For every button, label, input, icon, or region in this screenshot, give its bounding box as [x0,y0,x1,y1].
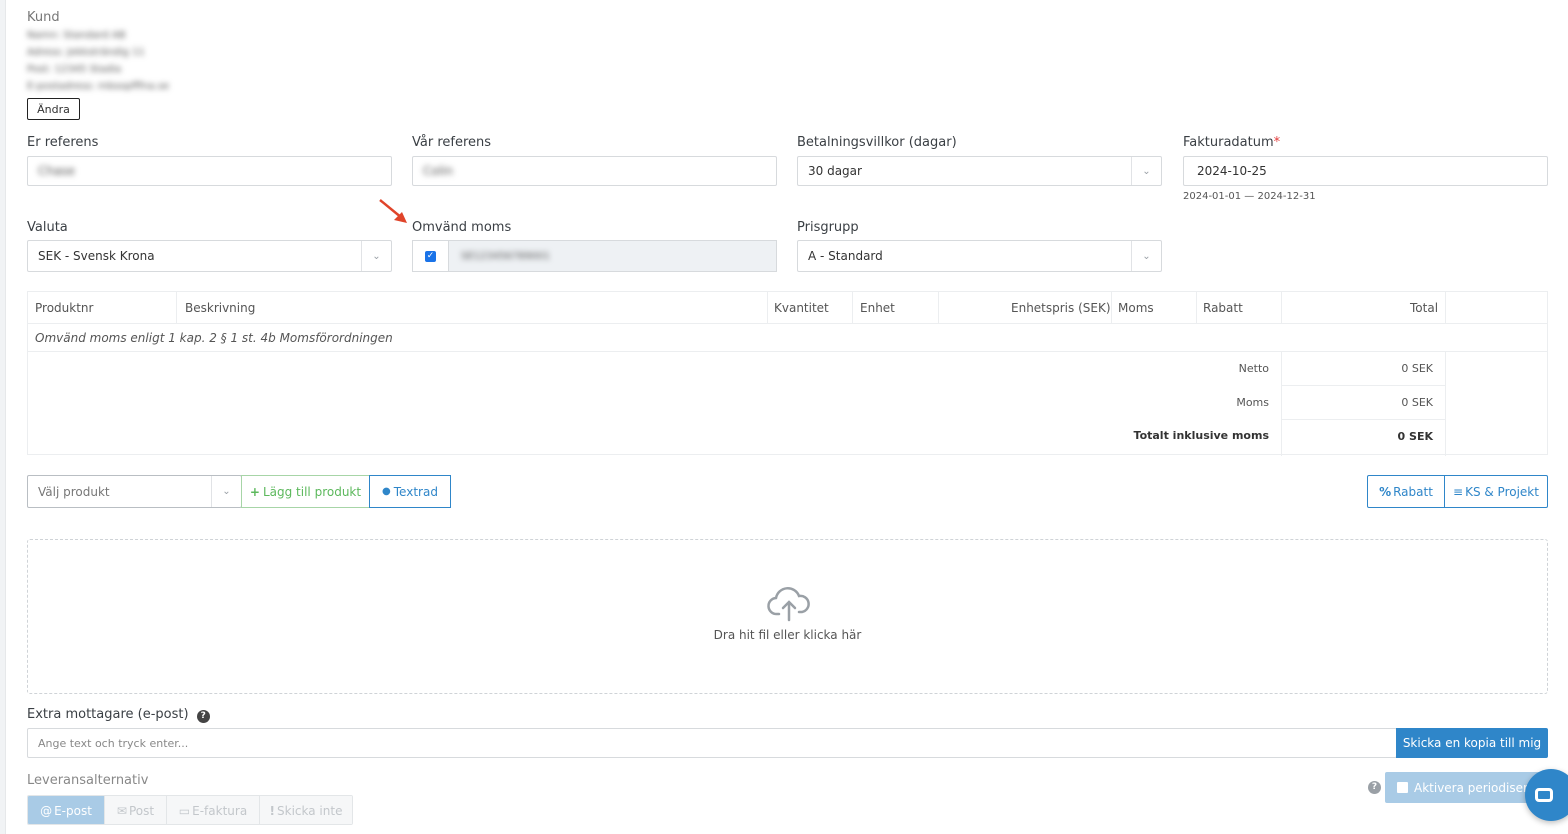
omvand-moms-group: ✓ SE123456789001 [412,240,777,272]
delivery-option-post[interactable]: ✉ Post [105,796,167,824]
red-arrow-annotation [379,199,407,223]
col-total: Total [1410,301,1439,315]
fakturadatum-input[interactable]: 2024-10-25 [1183,156,1548,186]
fakturadatum-label: Fakturadatum* [1183,135,1281,150]
netto-value: 0 SEK [1401,362,1433,375]
col-moms: Moms [1118,301,1154,315]
betalningsvillkor-label: Betalningsvillkor (dagar) [797,135,957,150]
rabatt-button[interactable]: % Rabatt [1367,475,1445,508]
prisgrupp-label: Prisgrupp [797,220,859,235]
change-customer-button[interactable]: Ändra [27,98,80,120]
product-select[interactable]: Välj produkt ⌄ [27,475,242,508]
chat-icon [1535,788,1553,802]
table-header-row: Produktnr Beskrivning Kvantitet Enhet En… [28,292,1547,324]
delivery-options: @ E-post ✉ Post ▭ E-faktura ! Skicka inte [27,795,353,825]
chevron-down-icon: ⌄ [1131,241,1161,271]
chevron-down-icon: ⌄ [211,476,241,507]
col-beskrivning: Beskrivning [185,301,256,315]
betalningsvillkor-select[interactable]: 30 dagar ⌄ [797,156,1162,186]
chevron-down-icon: ⌄ [1131,157,1161,185]
percent-icon: % [1379,484,1392,499]
netto-label: Netto [1238,362,1269,375]
customer-title: Kund [27,10,60,25]
var-referens-label: Vår referens [412,135,492,150]
add-product-button[interactable]: + Lägg till produkt [241,475,370,508]
vat-number: SE123456789001 [461,250,551,262]
send-copy-button[interactable]: Skicka en kopia till mig [1396,728,1548,758]
reverse-vat-note: Omvänd moms enligt 1 kap. 2 § 1 st. 4b M… [28,324,1547,352]
extra-recipients-label: Extra mottagare (e-post) ? [27,707,210,723]
sidebar-edge [0,0,6,834]
comment-icon: ● [382,486,391,497]
col-produktnr: Produktnr [35,301,94,315]
list-icon: ≡ [1453,484,1464,499]
col-kvantitet: Kvantitet [774,301,829,315]
customer-line-3: Post: 12345 Stadia [27,64,122,75]
extra-recipients-input[interactable]: Ange text och tryck enter... [27,728,1397,758]
valuta-label: Valuta [27,220,68,235]
monitor-icon: ▭ [178,804,191,818]
var-referens-input[interactable]: Colin [412,156,777,186]
textrad-button[interactable]: ● Textrad [369,475,451,508]
valuta-select[interactable]: SEK - Svensk Krona ⌄ [27,240,392,272]
total-label: Totalt inklusive moms [1133,429,1269,442]
checkbox-icon [1397,782,1408,793]
moms-value: 0 SEK [1401,396,1433,409]
col-enhet: Enhet [860,301,895,315]
customer-line-4: E-postadress: mbsopfffna.se [27,81,170,92]
dropzone-text: Dra hit fil eller klicka här [713,628,862,642]
envelope-icon: ✉ [116,804,127,818]
chevron-down-icon: ⌄ [361,241,391,271]
exclamation-icon: ! [269,804,276,818]
fakturadatum-range: 2024-01-01 — 2024-12-31 [1183,191,1316,202]
delivery-option-skicka-inte[interactable]: ! Skicka inte [260,796,352,824]
er-referens-label: Er referens [27,135,99,150]
omvand-moms-label: Omvänd moms [412,220,512,235]
at-icon: @ [40,804,53,818]
plus-icon: + [249,484,260,499]
customer-line-2: Adress: Jekksträndig 11 [27,47,145,58]
customer-line-1: Namn: Standard AB [27,30,126,41]
required-mark: * [1273,135,1281,150]
total-value: 0 SEK [1397,430,1433,443]
cloud-upload-icon [767,587,810,622]
prisgrupp-select[interactable]: A - Standard ⌄ [797,240,1162,272]
delivery-label: Leveransalternativ [27,773,149,788]
omvand-moms-checkbox[interactable]: ✓ [425,250,436,262]
ks-projekt-button[interactable]: ≡ KS & Projekt [1444,475,1548,508]
chat-widget-button[interactable] [1525,769,1568,821]
delivery-option-epost[interactable]: @ E-post [28,796,105,824]
col-rabatt: Rabatt [1203,301,1243,315]
delivery-option-efaktura[interactable]: ▭ E-faktura [167,796,260,824]
question-circle-icon[interactable]: ? [196,710,210,723]
omvand-moms-checkbox-wrap[interactable]: ✓ [413,241,449,271]
periodisering-button[interactable]: Aktivera periodisering [1385,772,1548,803]
er-referens-input[interactable]: Chase [27,156,392,186]
col-enhetspris: Enhetspris (SEK) [1011,301,1111,315]
moms-label: Moms [1236,396,1269,409]
file-dropzone[interactable]: Dra hit fil eller klicka här [27,539,1548,694]
question-circle-icon[interactable]: ? [1368,781,1381,794]
invoice-table: Produktnr Beskrivning Kvantitet Enhet En… [27,291,1548,456]
